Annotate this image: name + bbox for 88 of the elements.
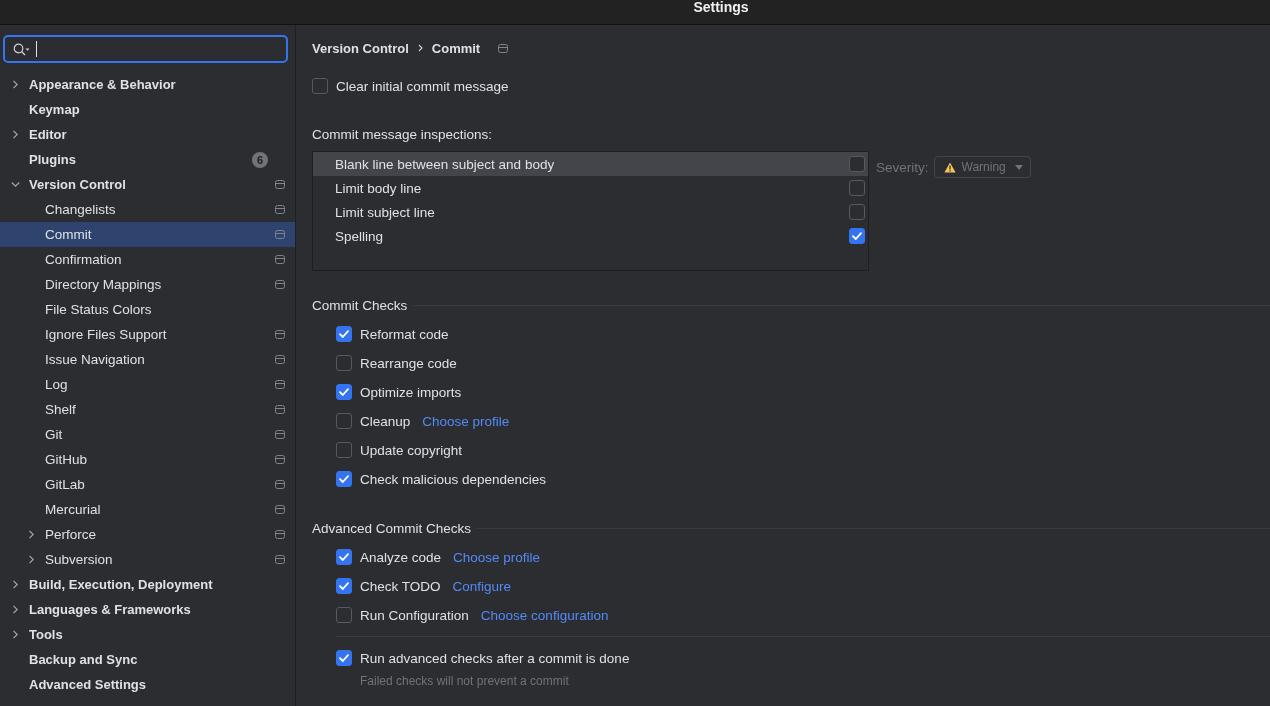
tree-item[interactable]: GitHub (0, 447, 295, 472)
checkbox-label: Optimize imports (360, 384, 462, 400)
checkbox[interactable] (849, 228, 865, 244)
chevron-right-icon (417, 44, 423, 52)
warning-icon (943, 161, 956, 173)
chevron-icon[interactable] (11, 580, 20, 589)
tree-item[interactable]: File Status Colors (0, 297, 295, 322)
caret-icon (1014, 164, 1023, 170)
link[interactable]: Choose profile (422, 413, 510, 429)
tree-item[interactable]: Commit (0, 222, 295, 247)
checkbox[interactable] (336, 326, 352, 342)
section-title: Commit Checks (312, 297, 408, 313)
chevron-icon[interactable] (11, 630, 20, 639)
tree-item[interactable]: Git (0, 422, 295, 447)
checkbox[interactable] (336, 384, 352, 400)
link[interactable]: Choose profile (453, 549, 541, 565)
search-field[interactable] (3, 35, 288, 63)
tree-item[interactable]: Confirmation (0, 247, 295, 272)
checkbox[interactable] (849, 204, 865, 220)
tree-item[interactable]: GitLab (0, 472, 295, 497)
tree-item[interactable]: Build, Execution, Deployment (0, 572, 295, 597)
tree-item[interactable]: Version Control (0, 172, 295, 197)
tree-item[interactable]: Appearance & Behavior (0, 72, 295, 97)
checkbox-label: Rearrange code (360, 355, 457, 371)
checkbox[interactable] (336, 578, 352, 594)
list-row[interactable]: Spelling (313, 224, 868, 248)
chevron-icon[interactable] (11, 605, 20, 614)
checkbox-label: Update copyright (360, 442, 463, 458)
tree-item[interactable]: Changelists (0, 197, 295, 222)
checkbox-label: Cleanup (360, 413, 411, 429)
checkmark-icon (339, 553, 349, 561)
checkmark-icon (339, 654, 349, 662)
tree-item[interactable]: Advanced Settings (0, 672, 295, 697)
tree-item[interactable]: Log (0, 372, 295, 397)
tree-item[interactable]: Plugins 6 (0, 147, 295, 172)
checkbox-label: Check TODO (360, 578, 441, 594)
checkmark-icon (852, 232, 862, 240)
tree-item[interactable]: Issue Navigation (0, 347, 295, 372)
checkbox-label: Clear initial commit message (336, 78, 509, 94)
chevron-icon[interactable] (27, 555, 36, 564)
checkmark-icon (339, 582, 349, 590)
checkbox[interactable] (849, 180, 865, 196)
tree-item[interactable]: Subversion (0, 547, 295, 572)
checkmark-icon (339, 330, 349, 338)
checkbox[interactable] (336, 471, 352, 487)
tree-item[interactable]: Backup and Sync (0, 647, 295, 672)
checkbox[interactable] (849, 156, 865, 172)
tree-item[interactable]: Tools (0, 622, 295, 647)
chevron-icon[interactable] (11, 80, 20, 89)
checkmark-icon (339, 388, 349, 396)
tree-item[interactable]: Perforce (0, 522, 295, 547)
checkbox[interactable] (336, 442, 352, 458)
checkbox[interactable] (336, 607, 352, 623)
hint-text: Failed checks will not prevent a commit (360, 674, 569, 688)
severity-label: Severity: (876, 159, 929, 175)
chevron-icon[interactable] (11, 130, 20, 139)
checkbox-label: Run advanced checks after a commit is done (360, 650, 630, 666)
chevron-icon[interactable] (27, 530, 36, 539)
tree-item[interactable]: Mercurial (0, 497, 295, 522)
tree-item[interactable]: Languages & Frameworks (0, 597, 295, 622)
tree-item[interactable]: Shelf (0, 397, 295, 422)
tree-item[interactable]: Editor (0, 122, 295, 147)
breadcrumb-item: Commit (431, 40, 481, 56)
checkbox-label: Analyze code (360, 549, 442, 565)
checkbox[interactable] (336, 355, 352, 371)
checkbox[interactable] (336, 549, 352, 565)
checkbox[interactable] (336, 650, 352, 666)
list-row[interactable]: Limit body line (313, 176, 868, 200)
checkmark-icon (339, 475, 349, 483)
section-label: Commit message inspections: (312, 127, 493, 143)
list-row[interactable]: Limit subject line (313, 200, 868, 224)
breadcrumb-item[interactable]: Version Control (312, 40, 409, 56)
checkbox[interactable] (312, 78, 328, 94)
tree-item[interactable]: Keymap (0, 97, 295, 122)
checkbox-label: Reformat code (360, 326, 449, 342)
count-badge: 6 (252, 151, 268, 168)
link[interactable]: Choose configuration (480, 607, 609, 623)
window-title: Settings (693, 0, 749, 15)
section-title: Advanced Commit Checks (312, 520, 472, 536)
list-row[interactable]: Blank line between subject and body (313, 152, 868, 176)
search-icon[interactable] (13, 42, 30, 56)
checkbox-label: Check malicious dependencies (360, 471, 547, 487)
tree-item[interactable]: Ignore Files Support (0, 322, 295, 347)
checkbox-label: Run Configuration (360, 607, 469, 623)
checkbox[interactable] (336, 413, 352, 429)
tree-item[interactable]: Directory Mappings (0, 272, 295, 297)
chevron-icon[interactable] (11, 180, 20, 189)
link[interactable]: Configure (452, 578, 512, 594)
